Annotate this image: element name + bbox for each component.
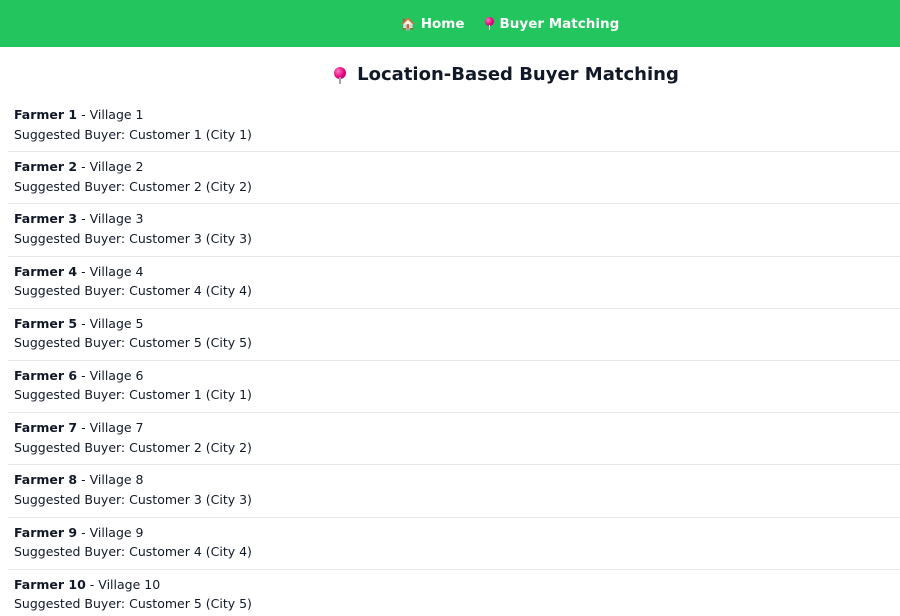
farmer-row: Farmer 1 - Village 1 Suggested Buyer: Cus… xyxy=(8,100,900,153)
separator: - xyxy=(85,576,99,592)
farmer-line: Farmer 7 - Village 7 xyxy=(14,418,900,438)
suggested-buyer-line: Suggested Buyer: Customer 2 (City 2) xyxy=(14,438,900,458)
farmer-village: Village 10 xyxy=(98,576,161,592)
separator: - xyxy=(77,107,90,122)
nav-home-label: Home xyxy=(420,15,465,32)
suggested-buyer: Customer 4 (City 4) xyxy=(129,544,252,559)
separator: - xyxy=(77,211,90,227)
farmer-name: Farmer 9 xyxy=(14,524,78,540)
farmer-village: Village 6 xyxy=(89,367,144,383)
suggested-buyer-label: Suggested Buyer: xyxy=(14,283,130,299)
farmer-row: Farmer 2 - Village 2 Suggested Buyer: Cus… xyxy=(8,152,900,205)
farmer-name: Farmer 7 xyxy=(14,420,78,436)
suggested-buyer-label: Suggested Buyer: xyxy=(14,387,130,403)
page-title-bar: Location-Based Buyer Matching xyxy=(0,47,900,100)
farmer-line: Farmer 1 - Village 1 xyxy=(14,105,900,125)
farmer-village: Village 8 xyxy=(89,472,144,488)
suggested-buyer-label: Suggested Buyer: xyxy=(14,439,130,455)
farmer-line: Farmer 4 - Village 4 xyxy=(14,262,900,282)
farmer-village: Village 4 xyxy=(89,263,144,279)
farmer-name: Farmer 6 xyxy=(14,367,78,383)
suggested-buyer: Customer 1 (City 1) xyxy=(129,387,252,403)
farmer-name: Farmer 8 xyxy=(14,472,78,488)
farmer-line: Farmer 8 - Village 8 xyxy=(14,470,900,490)
suggested-buyer: Customer 3 (City 3) xyxy=(129,491,252,507)
suggested-buyer-label: Suggested Buyer: xyxy=(14,491,130,507)
farmer-row: Farmer 7 - Village 7 Suggested Buyer: Cus… xyxy=(8,413,900,466)
farmer-village: Village 5 xyxy=(89,315,144,331)
farmer-line: Farmer 9 - Village 9 xyxy=(14,523,900,543)
farmer-row: Farmer 4 - Village 4 Suggested Buyer: Cus… xyxy=(8,257,900,309)
farmer-name: Farmer 10 xyxy=(14,576,86,592)
nav-buyer-matching-link[interactable]: Buyer Matching xyxy=(484,15,620,32)
suggested-buyer-label: Suggested Buyer: xyxy=(14,544,130,559)
round-pushpin-icon xyxy=(484,17,495,30)
farmer-name: Farmer 3 xyxy=(14,211,78,227)
suggested-buyer: Customer 5 (City 5) xyxy=(129,596,252,612)
round-pushpin-icon xyxy=(333,66,347,84)
separator: - xyxy=(77,159,90,175)
suggested-buyer-label: Suggested Buyer: xyxy=(14,596,130,612)
farmer-line: Farmer 5 - Village 5 xyxy=(14,314,900,334)
nav-home-link[interactable]: 🏠 Home xyxy=(401,16,465,32)
suggested-buyer: Customer 3 (City 3) xyxy=(129,230,252,246)
suggested-buyer-line: Suggested Buyer: Customer 4 (City 4) xyxy=(14,281,900,301)
suggested-buyer-line: Suggested Buyer: Customer 5 (City 5) xyxy=(14,333,900,353)
farmer-row: Farmer 5 - Village 5 Suggested Buyer: Cus… xyxy=(8,309,900,361)
separator: - xyxy=(77,367,90,383)
farmer-village: Village 2 xyxy=(89,159,144,175)
farmer-row: Farmer 8 - Village 8 Suggested Buyer: Cus… xyxy=(8,465,900,518)
navbar: 🏠 Home Buyer Matching xyxy=(0,0,900,47)
nav-buyer-matching-label: Buyer Matching xyxy=(499,15,620,32)
suggested-buyer-line: Suggested Buyer: Customer 1 (City 1) xyxy=(14,385,900,405)
suggested-buyer-label: Suggested Buyer: xyxy=(14,178,130,194)
farmer-name: Farmer 1 xyxy=(14,107,78,122)
suggested-buyer: Customer 4 (City 4) xyxy=(129,283,252,299)
farmer-line: Farmer 10 - Village 10 xyxy=(14,575,900,595)
suggested-buyer-line: Suggested Buyer: Customer 3 (City 3) xyxy=(14,229,900,249)
house-icon: 🏠 xyxy=(400,16,416,31)
suggested-buyer: Customer 5 (City 5) xyxy=(129,335,252,351)
farmer-village: Village 3 xyxy=(89,211,144,227)
suggested-buyer: Customer 2 (City 2) xyxy=(129,178,252,194)
suggested-buyer: Customer 2 (City 2) xyxy=(129,439,252,455)
farmer-row: Farmer 10 - Village 10 Suggested Buyer: C… xyxy=(8,570,900,616)
farmer-name: Farmer 4 xyxy=(14,263,78,279)
separator: - xyxy=(77,263,90,279)
farmer-row: Farmer 9 - Village 9 Suggested Buyer: Cus… xyxy=(8,518,900,570)
page-title: Location-Based Buyer Matching xyxy=(357,64,679,85)
suggested-buyer-label: Suggested Buyer: xyxy=(14,126,130,142)
farmer-line: Farmer 3 - Village 3 xyxy=(14,209,900,229)
suggested-buyer-label: Suggested Buyer: xyxy=(14,230,130,246)
suggested-buyer: Customer 1 (City 1) xyxy=(129,126,252,142)
farmer-name: Farmer 2 xyxy=(14,159,78,175)
suggested-buyer-line: Suggested Buyer: Customer 1 (City 1) xyxy=(14,125,900,145)
farmer-row: Farmer 6 - Village 6 Suggested Buyer: Cus… xyxy=(8,361,900,414)
suggested-buyer-label: Suggested Buyer: xyxy=(14,335,130,351)
separator: - xyxy=(77,472,90,488)
separator: - xyxy=(77,315,90,331)
separator: - xyxy=(77,420,90,436)
farmer-line: Farmer 2 - Village 2 xyxy=(14,157,900,177)
farmer-name: Farmer 5 xyxy=(14,315,78,331)
suggested-buyer-line: Suggested Buyer: Customer 5 (City 5) xyxy=(14,594,900,614)
suggested-buyer-line: Suggested Buyer: Customer 3 (City 3) xyxy=(14,490,900,510)
farmer-village: Village 7 xyxy=(89,420,144,436)
farmer-village: Village 1 xyxy=(89,107,144,122)
farmer-line: Farmer 6 - Village 6 xyxy=(14,366,900,386)
farmer-row: Farmer 3 - Village 3 Suggested Buyer: Cus… xyxy=(8,204,900,257)
farmer-village: Village 9 xyxy=(89,524,144,540)
suggested-buyer-line: Suggested Buyer: Customer 4 (City 4) xyxy=(14,542,900,562)
suggested-buyer-line: Suggested Buyer: Customer 2 (City 2) xyxy=(14,177,900,197)
farmer-list: Farmer 1 - Village 1 Suggested Buyer: Cus… xyxy=(0,100,900,616)
separator: - xyxy=(77,524,90,540)
